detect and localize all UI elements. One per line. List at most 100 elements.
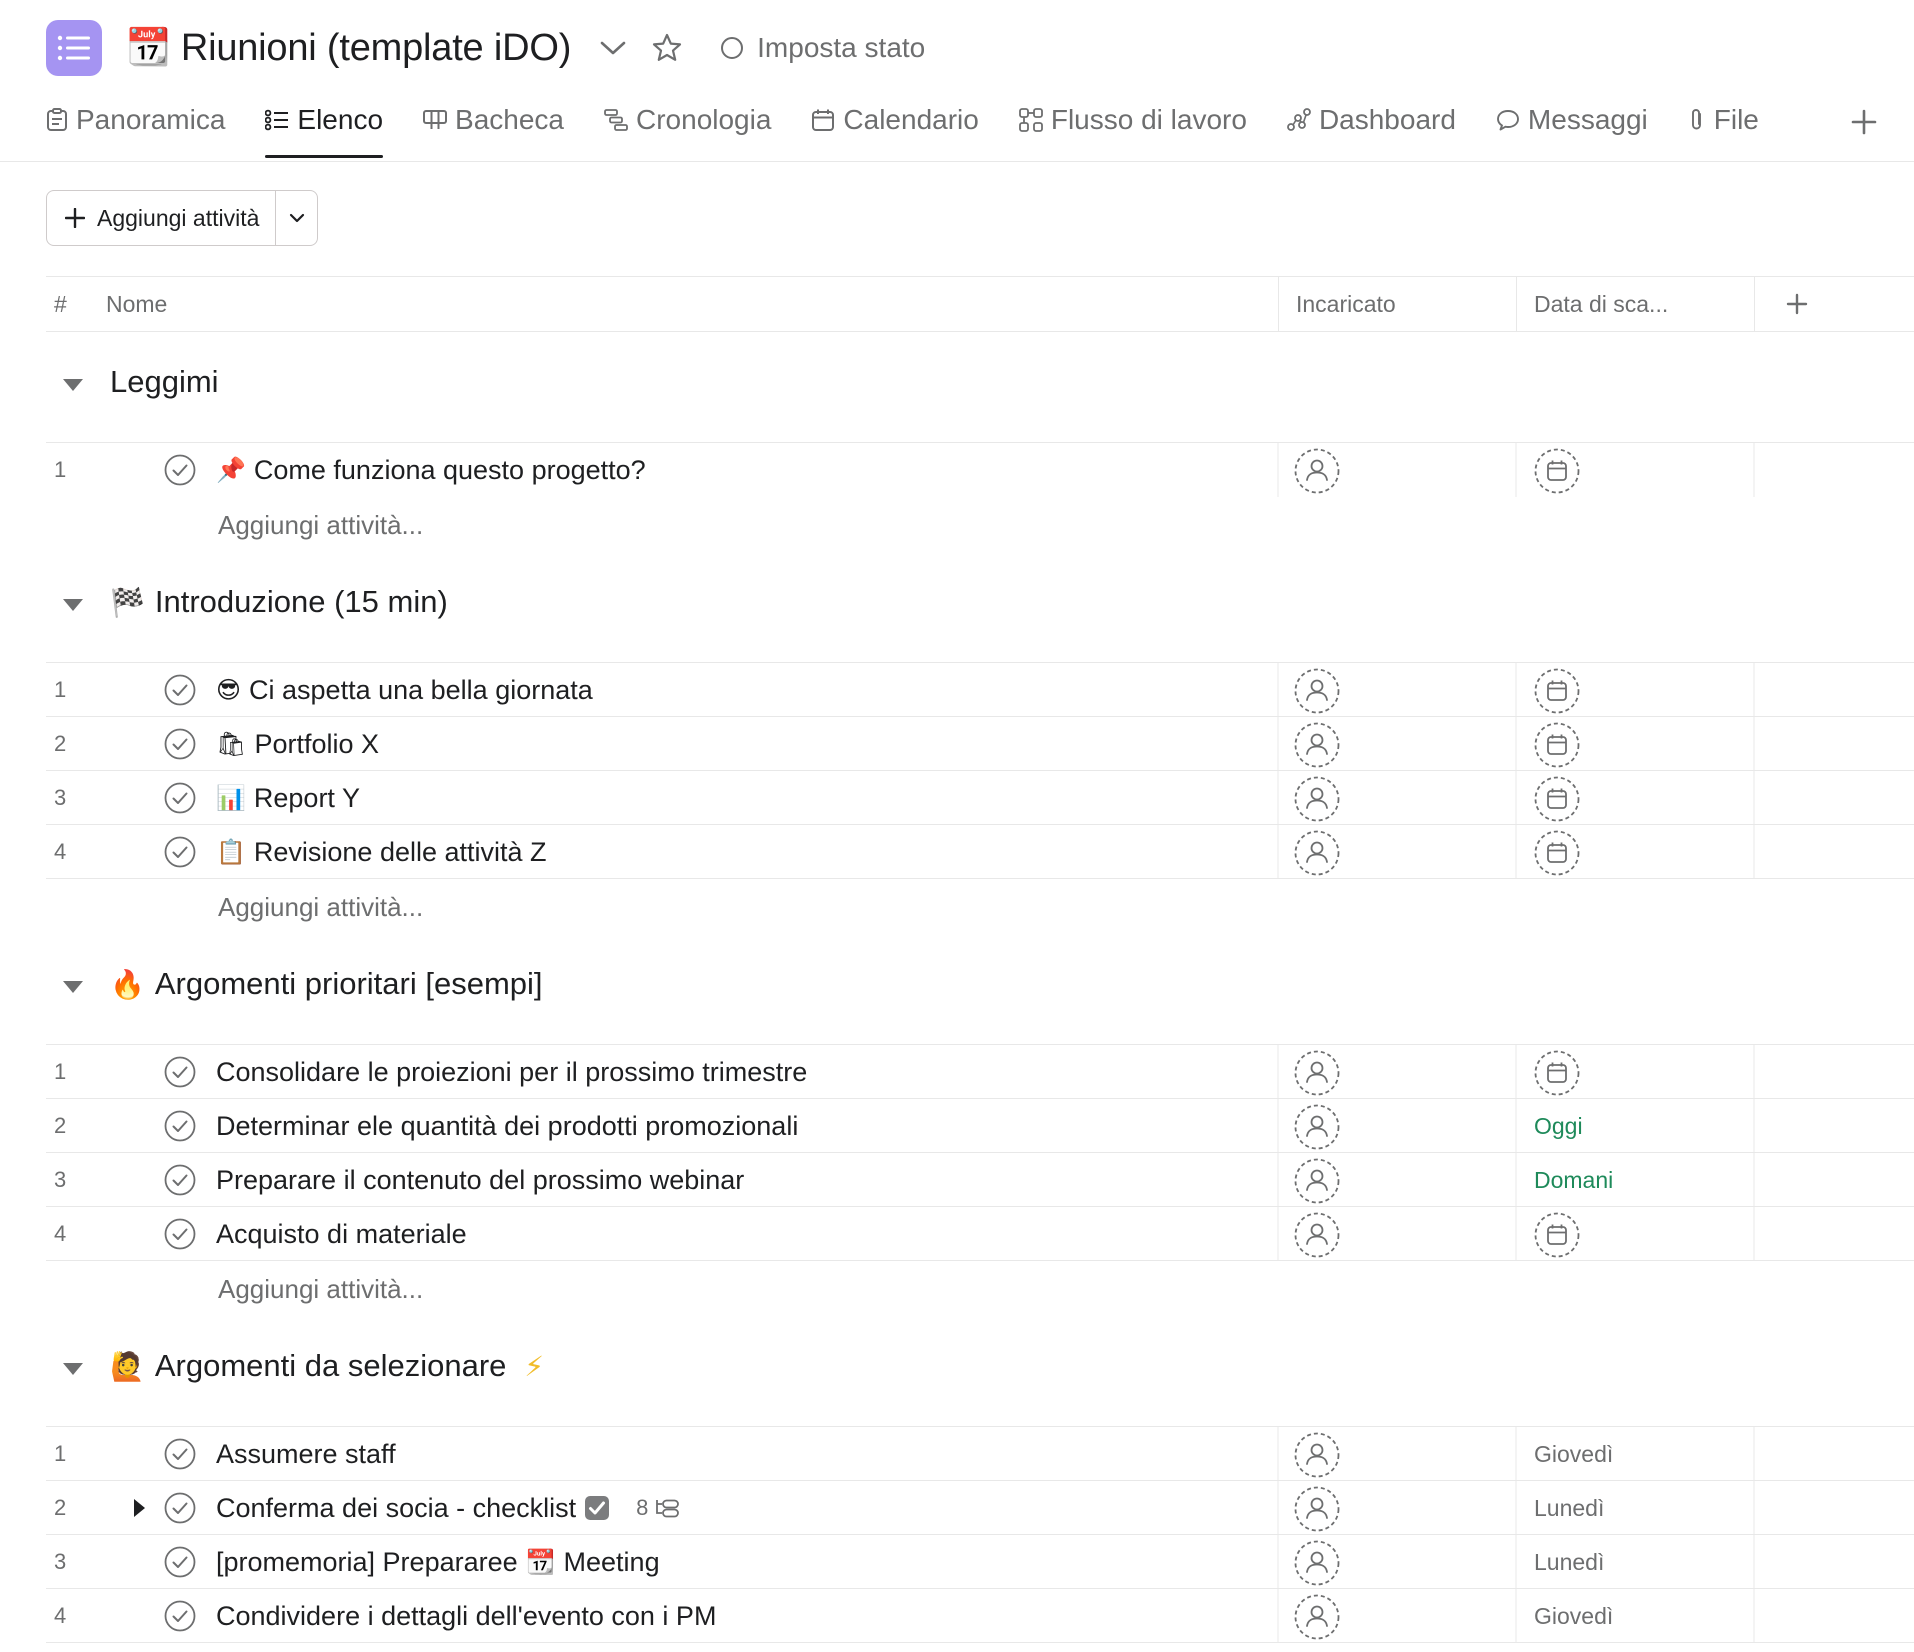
task-row[interactable]: 4 📋 Revisione delle attività Z	[46, 824, 1914, 879]
tab-elenco[interactable]: Elenco	[265, 98, 383, 158]
tab-messaggi[interactable]: Messaggi	[1496, 98, 1648, 142]
task-name[interactable]: Acquisto di materiale	[216, 1219, 467, 1250]
task-row[interactable]: 3 📊 Report Y	[46, 770, 1914, 824]
subtask-count[interactable]: 8	[636, 1495, 680, 1521]
col-header-assignee[interactable]: Incaricato	[1296, 277, 1396, 331]
expand-subtasks-caret-icon[interactable]	[132, 1498, 146, 1518]
section-title[interactable]: 🙋 Argomenti da selezionare ⚡	[110, 1344, 544, 1388]
col-header-due-date[interactable]: Data di sca...	[1534, 277, 1668, 331]
favorite-star-icon[interactable]	[647, 28, 687, 68]
task-row[interactable]: 4 Condividere i dettagli dell'evento con…	[46, 1588, 1914, 1643]
section-title[interactable]: Leggimi	[110, 360, 219, 404]
task-row[interactable]: 4 Acquisto di materiale	[46, 1206, 1914, 1261]
check-circle-icon[interactable]	[164, 1546, 196, 1578]
task-row[interactable]: 2 🛍 Portfolio X	[46, 716, 1914, 770]
due-date-text[interactable]: Lunedì	[1534, 1535, 1604, 1589]
due-date-placeholder-icon[interactable]	[1534, 448, 1580, 494]
assignee-placeholder-icon[interactable]	[1294, 1486, 1340, 1532]
assignee-placeholder-icon[interactable]	[1294, 1212, 1340, 1258]
task-name[interactable]: Assumere staff	[216, 1439, 396, 1470]
add-task-dropdown-button[interactable]	[275, 191, 317, 245]
assignee-placeholder-icon[interactable]	[1294, 830, 1340, 876]
check-circle-icon[interactable]	[164, 1164, 196, 1196]
check-circle-icon[interactable]	[164, 1438, 196, 1470]
task-name[interactable]: Conferma dei socia - checklist	[216, 1493, 576, 1524]
assignee-placeholder-icon[interactable]	[1294, 448, 1340, 494]
due-date-placeholder-icon[interactable]	[1534, 830, 1580, 876]
check-circle-icon[interactable]	[164, 1600, 196, 1632]
task-name[interactable]: Come funziona questo progetto?	[254, 455, 646, 486]
assignee-placeholder-icon[interactable]	[1294, 1158, 1340, 1204]
task-name[interactable]: Ci aspetta una bella giornata	[249, 675, 593, 706]
assignee-placeholder-icon[interactable]	[1294, 1540, 1340, 1586]
project-menu-chevron-icon[interactable]	[593, 28, 633, 68]
col-header-name[interactable]: Nome	[106, 277, 167, 331]
task-row[interactable]: 2 Conferma dei socia - checklist 8 Luned…	[46, 1480, 1914, 1534]
set-status-button[interactable]: Imposta stato	[721, 32, 925, 64]
add-task-inline[interactable]: Aggiungi attività...	[218, 880, 423, 934]
tab-file[interactable]: File	[1688, 98, 1759, 142]
task-row[interactable]: 1 😎 Ci aspetta una bella giornata	[46, 662, 1914, 716]
check-circle-icon[interactable]	[164, 836, 196, 868]
assignee-placeholder-icon[interactable]	[1294, 1104, 1340, 1150]
check-circle-icon[interactable]	[164, 674, 196, 706]
add-task-inline[interactable]: Aggiungi attività...	[218, 1262, 423, 1316]
assignee-placeholder-icon[interactable]	[1294, 1050, 1340, 1096]
caret-down-icon[interactable]	[62, 980, 84, 994]
task-row[interactable]: 1 📌 Come funziona questo progetto?	[46, 442, 1914, 496]
add-tab-plus-icon[interactable]	[1846, 104, 1882, 140]
task-name[interactable]: Report Y	[254, 783, 360, 814]
task-name-suffix[interactable]: Meeting	[564, 1547, 660, 1578]
task-name[interactable]: Revisione delle attività Z	[254, 837, 547, 868]
caret-down-icon[interactable]	[62, 378, 84, 392]
check-circle-icon[interactable]	[164, 1218, 196, 1250]
due-date-text[interactable]: Domani	[1534, 1153, 1613, 1207]
due-date-text[interactable]: Giovedì	[1534, 1589, 1613, 1643]
check-circle-icon[interactable]	[164, 454, 196, 486]
add-column-plus-icon[interactable]	[1786, 277, 1808, 331]
check-circle-icon[interactable]	[164, 728, 196, 760]
tab-cronologia[interactable]: Cronologia	[604, 98, 771, 142]
due-date-placeholder-icon[interactable]	[1534, 776, 1580, 822]
due-date-placeholder-icon[interactable]	[1534, 722, 1580, 768]
due-date-placeholder-icon[interactable]	[1534, 1212, 1580, 1258]
check-circle-icon[interactable]	[164, 1492, 196, 1524]
add-task-button[interactable]: Aggiungi attività	[47, 191, 275, 245]
project-list-icon[interactable]	[46, 20, 102, 76]
check-circle-icon[interactable]	[164, 1110, 196, 1142]
caret-down-icon[interactable]	[62, 598, 84, 612]
task-name[interactable]: Condividere i dettagli dell'evento con i…	[216, 1601, 716, 1632]
task-row[interactable]: 1 Consolidare le proiezioni per il pross…	[46, 1044, 1914, 1098]
assignee-placeholder-icon[interactable]	[1294, 668, 1340, 714]
tab-bacheca[interactable]: Bacheca	[423, 98, 564, 142]
tab-calendario[interactable]: Calendario	[811, 98, 979, 142]
task-name[interactable]: Determinar ele quantità dei prodotti pro…	[216, 1111, 798, 1142]
due-date-placeholder-icon[interactable]	[1534, 668, 1580, 714]
assignee-placeholder-icon[interactable]	[1294, 776, 1340, 822]
due-date-text[interactable]: Lunedì	[1534, 1481, 1604, 1535]
due-date-text[interactable]: Oggi	[1534, 1099, 1583, 1153]
task-name[interactable]: Portfolio X	[254, 729, 379, 760]
task-name[interactable]: [promemoria] Prepararee	[216, 1547, 518, 1578]
add-task-inline[interactable]: Aggiungi attività...	[218, 498, 423, 552]
check-circle-icon[interactable]	[164, 782, 196, 814]
assignee-placeholder-icon[interactable]	[1294, 1594, 1340, 1640]
assignee-placeholder-icon[interactable]	[1294, 722, 1340, 768]
task-name[interactable]: Consolidare le proiezioni per il prossim…	[216, 1057, 807, 1088]
section-title[interactable]: 🏁 Introduzione (15 min)	[110, 580, 448, 624]
section-title[interactable]: 🔥 Argomenti prioritari [esempi]	[110, 962, 543, 1006]
assignee-placeholder-icon[interactable]	[1294, 1432, 1340, 1478]
caret-down-icon[interactable]	[62, 1362, 84, 1376]
task-row[interactable]: 2 Determinar ele quantità dei prodotti p…	[46, 1098, 1914, 1152]
check-circle-icon[interactable]	[164, 1056, 196, 1088]
tab-panoramica[interactable]: Panoramica	[46, 98, 225, 142]
due-date-placeholder-icon[interactable]	[1534, 1050, 1580, 1096]
tab-dashboard[interactable]: Dashboard	[1287, 98, 1456, 142]
due-date-text[interactable]: Giovedì	[1534, 1427, 1613, 1481]
task-row[interactable]: 1 Assumere staff Giovedì	[46, 1426, 1914, 1480]
task-row[interactable]: 3 [promemoria] Prepararee 📆 Meeting Lune…	[46, 1534, 1914, 1588]
task-row[interactable]: 3 Preparare il contenuto del prossimo we…	[46, 1152, 1914, 1206]
project-title[interactable]: Riunioni (template iDO)	[181, 27, 572, 70]
task-name[interactable]: Preparare il contenuto del prossimo webi…	[216, 1165, 744, 1196]
tab-flusso-di-lavoro[interactable]: Flusso di lavoro	[1018, 98, 1247, 142]
